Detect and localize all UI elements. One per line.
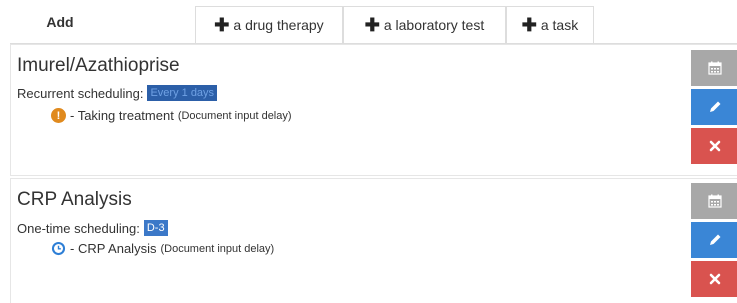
- clock-icon: [51, 241, 66, 256]
- calendar-button[interactable]: [691, 50, 737, 86]
- lab-test-card: CRP Analysis One-time scheduling: D-3 - …: [10, 178, 737, 303]
- plus-icon: ✚: [364, 15, 380, 35]
- plus-icon: ✚: [521, 15, 537, 35]
- item-text: - CRP Analysis: [70, 241, 157, 256]
- add-label: Add: [46, 13, 74, 30]
- tab-add-laboratory-test[interactable]: ✚ a laboratory test: [343, 6, 506, 43]
- calendar-icon: [707, 61, 722, 75]
- tab-add-drug-therapy[interactable]: ✚ a drug therapy: [195, 6, 343, 43]
- tab-add-task[interactable]: ✚ a task: [506, 6, 594, 43]
- item-note: (Document input delay): [160, 242, 275, 255]
- tab-label: a task: [540, 17, 579, 33]
- tab-label: a laboratory test: [383, 17, 485, 33]
- edit-button[interactable]: [691, 222, 737, 258]
- schedule-item[interactable]: - CRP Analysis (Document input delay): [51, 241, 274, 256]
- schedule-row: Recurrent scheduling: Every 1 days: [17, 85, 218, 101]
- schedule-row: One-time scheduling: D-3: [17, 220, 168, 236]
- pencil-icon: [709, 234, 720, 245]
- close-icon: [709, 140, 720, 152]
- calendar-button[interactable]: [691, 183, 737, 219]
- card-title: Imurel/Azathioprise: [17, 55, 180, 76]
- calendar-icon: [707, 194, 722, 208]
- item-text: - Taking treatment: [70, 108, 174, 123]
- close-icon: [709, 273, 720, 285]
- schedule-label: One-time scheduling:: [17, 220, 140, 236]
- schedule-badge: Every 1 days: [147, 85, 218, 101]
- edit-button[interactable]: [691, 89, 737, 125]
- warning-icon: !: [51, 108, 66, 123]
- delete-button[interactable]: [691, 261, 737, 297]
- pencil-icon: [709, 101, 720, 112]
- schedule-badge: D-3: [143, 220, 168, 236]
- tab-label: a drug therapy: [233, 17, 324, 33]
- plus-icon: ✚: [214, 15, 230, 35]
- card-title: CRP Analysis: [17, 189, 132, 210]
- add-tab-bar: Add ✚ a drug therapy ✚ a laboratory test…: [0, 0, 737, 44]
- delete-button[interactable]: [691, 128, 737, 164]
- schedule-label: Recurrent scheduling:: [17, 85, 144, 101]
- therapy-card: Imurel/Azathioprise Recurrent scheduling…: [10, 44, 737, 176]
- schedule-item[interactable]: ! - Taking treatment (Document input del…: [51, 108, 292, 123]
- item-note: (Document input delay): [177, 109, 292, 122]
